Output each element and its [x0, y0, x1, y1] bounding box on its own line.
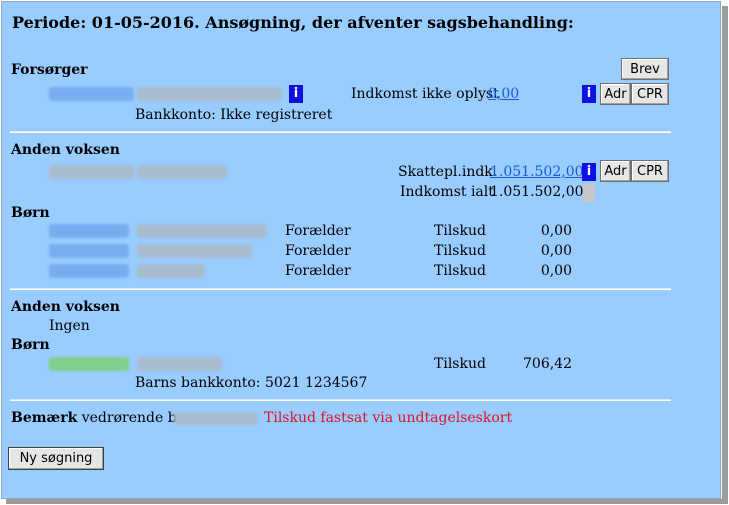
divider	[10, 288, 671, 290]
cpr-button[interactable]: CPR	[631, 160, 669, 182]
tilskud-label: Tilskud	[434, 223, 486, 239]
divider	[10, 399, 671, 401]
child-bank-account: Barns bankkonto: 5021 1234567	[135, 375, 368, 391]
taxable-income-link[interactable]: 1.051.502,00	[490, 164, 584, 180]
bank-account: Bankkonto: Ikke registreret	[135, 107, 333, 123]
info-icon[interactable]: i	[582, 85, 596, 103]
forsorger-heading: Forsørger	[11, 62, 88, 78]
remark-label: Bemærk	[11, 410, 78, 426]
adr-button[interactable]: Adr	[600, 160, 631, 182]
total-income-value: 1.051.502,00	[490, 184, 584, 200]
application-panel: Periode: 01-05-2016. Ansøgning, der afve…	[1, 1, 721, 499]
anden-voksen-value: Ingen	[49, 318, 90, 334]
redacted-cpr	[49, 87, 134, 101]
remark-line: Bemærk vedrørende barn	[11, 410, 201, 426]
adr-button[interactable]: Adr	[600, 83, 631, 105]
anden-voksen-heading: Anden voksen	[11, 299, 120, 315]
income-label: Indkomst ikke oplyst	[351, 86, 499, 102]
children-heading: Børn	[11, 337, 50, 353]
info-icon[interactable]: i	[289, 85, 303, 103]
redacted-child-name	[137, 224, 267, 238]
tilskud-label: Tilskud	[434, 263, 486, 279]
child-role: Forælder	[285, 243, 351, 259]
children-heading: Børn	[11, 205, 50, 221]
tilskud-label: Tilskud	[434, 243, 486, 259]
new-search-button[interactable]: Ny søgning	[8, 447, 104, 470]
tilskud-amount: 0,00	[540, 263, 572, 279]
redacted-child-name	[137, 264, 205, 278]
redacted-name	[137, 165, 227, 179]
child-role: Forælder	[285, 263, 351, 279]
cpr-button[interactable]: CPR	[631, 83, 669, 105]
redacted-child-name	[137, 357, 222, 371]
remark-note: Tilskud fastsat via undtagelseskort	[264, 410, 513, 426]
brev-button[interactable]: Brev	[621, 58, 669, 80]
taxable-income-label: Skattepl.indk.	[398, 164, 498, 180]
income-value-link[interactable]: 0,00	[488, 86, 519, 102]
redacted-child-cpr	[49, 264, 129, 278]
tilskud-amount: 0,00	[540, 243, 572, 259]
empty-marker	[583, 184, 595, 202]
redacted-child-cpr	[49, 357, 129, 371]
total-income-label: Indkomst ialt	[400, 184, 494, 200]
tilskud-label: Tilskud	[434, 356, 486, 372]
redacted-child-name	[137, 244, 252, 258]
redacted-name	[137, 87, 282, 101]
redacted-child-cpr	[174, 412, 258, 425]
page-title: Periode: 01-05-2016. Ansøgning, der afve…	[12, 13, 574, 32]
tilskud-amount: 0,00	[540, 223, 572, 239]
divider	[10, 131, 671, 133]
redacted-child-cpr	[49, 224, 129, 238]
tilskud-amount: 706,42	[523, 356, 572, 372]
info-icon[interactable]: i	[582, 163, 596, 181]
child-role: Forælder	[285, 223, 351, 239]
redacted-child-cpr	[49, 244, 129, 258]
anden-voksen-heading: Anden voksen	[11, 142, 120, 158]
redacted-cpr	[49, 165, 134, 179]
